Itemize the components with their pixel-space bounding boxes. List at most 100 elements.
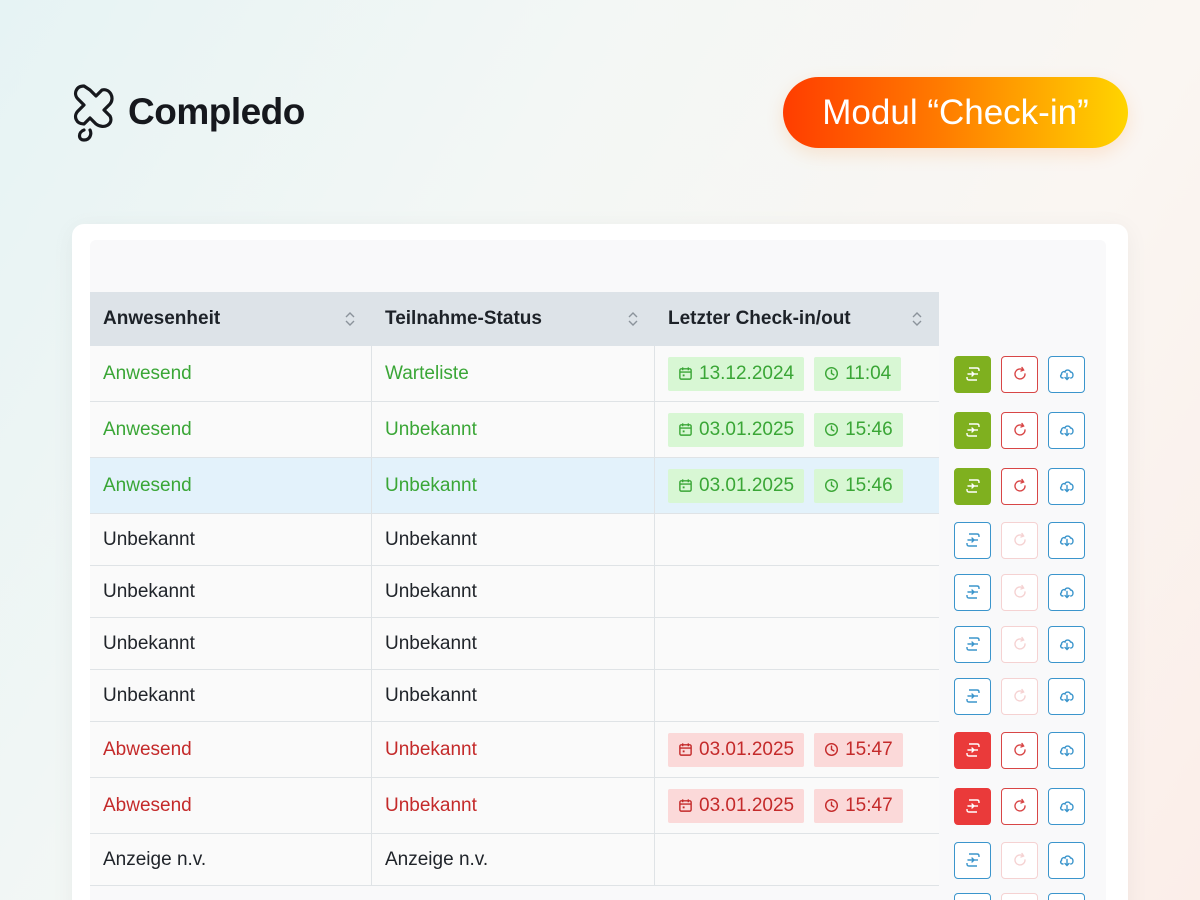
reset-icon <box>1013 688 1026 702</box>
download-button[interactable] <box>1048 467 1085 505</box>
column-header-anwesenheit[interactable]: Anwesenheit <box>90 292 372 346</box>
table-row[interactable]: Abwesend Unbekannt 03.01.2025 15:47 <box>90 778 939 834</box>
check-in-out-button[interactable] <box>954 411 991 449</box>
check-in-out-button[interactable] <box>954 467 991 505</box>
row-actions <box>954 573 1085 611</box>
cell-teilnahme-status: Unbekannt <box>372 514 655 565</box>
download-button[interactable] <box>1048 677 1085 715</box>
reset-button[interactable] <box>1001 625 1038 663</box>
check-in-out-button[interactable] <box>954 787 991 825</box>
download-button[interactable] <box>1048 355 1085 393</box>
check-in-out-icon <box>965 479 980 493</box>
check-in-out-button[interactable] <box>954 677 991 715</box>
cell-letzter-check-in-out <box>655 670 939 721</box>
date-value: 03.01.2025 <box>699 794 795 816</box>
time-chip: 15:46 <box>814 412 903 447</box>
table-body: Anwesend Warteliste 13.12.2024 11:04 Anwesen… <box>90 346 939 886</box>
date-chip: 03.01.2025 <box>668 468 805 503</box>
row-actions <box>954 677 1085 715</box>
sort-icon[interactable] <box>344 310 356 328</box>
reset-button[interactable] <box>1001 677 1038 715</box>
reset-icon <box>1013 422 1026 436</box>
cell-anwesenheit: Anwesend <box>90 346 372 401</box>
check-in-out-button[interactable] <box>954 521 991 559</box>
download-button[interactable] <box>1048 893 1085 900</box>
date-chip: 03.01.2025 <box>668 732 805 767</box>
table-row[interactable]: Anwesend Warteliste 13.12.2024 11:04 <box>90 346 939 402</box>
table-row[interactable]: Unbekannt Unbekannt <box>90 670 939 722</box>
download-button[interactable] <box>1048 573 1085 611</box>
reset-button[interactable] <box>1001 355 1038 393</box>
reset-button[interactable] <box>1001 893 1038 900</box>
reset-icon <box>1013 532 1026 546</box>
download-button[interactable] <box>1048 625 1085 663</box>
check-in-out-icon <box>965 585 980 599</box>
download-button[interactable] <box>1048 841 1085 879</box>
cell-letzter-check-in-out: 13.12.2024 11:04 <box>655 346 939 401</box>
check-in-out-icon <box>965 423 980 437</box>
cloud-download-icon <box>1059 587 1074 599</box>
download-button[interactable] <box>1048 521 1085 559</box>
check-in-out-icon <box>965 533 980 547</box>
calendar-icon <box>679 479 692 492</box>
table-row[interactable]: Anwesend Unbekannt 03.01.2025 15:46 <box>90 402 939 458</box>
row-actions <box>954 355 1085 393</box>
cell-teilnahme-status: Warteliste <box>372 346 655 401</box>
cloud-download-icon <box>1059 745 1074 757</box>
download-button[interactable] <box>1048 411 1085 449</box>
cell-letzter-check-in-out: 03.01.2025 15:47 <box>655 778 939 833</box>
cell-anwesenheit: Anzeige n.v. <box>90 834 372 885</box>
clock-icon <box>825 478 839 493</box>
date-value: 03.01.2025 <box>699 474 795 496</box>
cloud-download-icon <box>1059 801 1074 813</box>
sort-icon[interactable] <box>911 310 923 328</box>
cloud-download-icon <box>1059 481 1074 493</box>
reset-button[interactable] <box>1001 467 1038 505</box>
table-row[interactable]: Abwesend Unbekannt 03.01.2025 15:47 <box>90 722 939 778</box>
reset-button[interactable] <box>1001 841 1038 879</box>
download-button[interactable] <box>1048 787 1085 825</box>
column-header-letzter-check-in-out[interactable]: Letzter Check-in/out <box>655 292 939 346</box>
cell-anwesenheit: Abwesend <box>90 778 372 833</box>
check-in-out-button[interactable] <box>954 625 991 663</box>
cell-letzter-check-in-out <box>655 566 939 617</box>
cell-letzter-check-in-out: 03.01.2025 15:47 <box>655 722 939 777</box>
reset-button[interactable] <box>1001 787 1038 825</box>
reset-button[interactable] <box>1001 521 1038 559</box>
check-in-out-button[interactable] <box>954 573 991 611</box>
check-in-out-button[interactable] <box>954 355 991 393</box>
row-actions <box>954 467 1085 505</box>
table-row[interactable]: Anwesend Unbekannt 03.01.2025 15:46 <box>90 458 939 514</box>
row-actions <box>954 411 1085 449</box>
table-row[interactable]: Anzeige n.v. Anzeige n.v. <box>90 834 939 886</box>
date-chip: 13.12.2024 <box>668 356 805 391</box>
row-actions <box>954 841 1085 879</box>
column-header-teilnahme-status[interactable]: Teilnahme-Status <box>372 292 655 346</box>
cell-teilnahme-status: Unbekannt <box>372 402 655 457</box>
download-button[interactable] <box>1048 731 1085 769</box>
check-in-out-button[interactable] <box>954 893 991 900</box>
check-in-out-button[interactable] <box>954 841 991 879</box>
row-actions <box>954 731 1085 769</box>
date-chip: 03.01.2025 <box>668 788 805 823</box>
cloud-download-icon <box>1059 369 1074 381</box>
table-row[interactable]: Unbekannt Unbekannt <box>90 618 939 670</box>
cloud-download-icon <box>1059 691 1074 703</box>
reset-button[interactable] <box>1001 411 1038 449</box>
time-chip: 15:47 <box>814 788 903 823</box>
cell-anwesenheit: Unbekannt <box>90 514 372 565</box>
row-actions <box>954 893 1085 900</box>
row-actions <box>954 521 1085 559</box>
check-in-out-button[interactable] <box>954 731 991 769</box>
table-panel: Anwesenheit Teilnahme-Status Letzter Che… <box>90 240 1106 900</box>
reset-button[interactable] <box>1001 731 1038 769</box>
sort-icon[interactable] <box>627 310 639 328</box>
table-row[interactable]: Unbekannt Unbekannt <box>90 566 939 618</box>
compledo-logo-icon <box>73 84 114 142</box>
reset-icon <box>1013 742 1026 756</box>
cell-teilnahme-status: Anzeige n.v. <box>372 834 655 885</box>
cloud-download-icon <box>1059 855 1074 867</box>
checkin-table: Anwesenheit Teilnahme-Status Letzter Che… <box>90 292 939 886</box>
table-row[interactable]: Unbekannt Unbekannt <box>90 514 939 566</box>
reset-button[interactable] <box>1001 573 1038 611</box>
